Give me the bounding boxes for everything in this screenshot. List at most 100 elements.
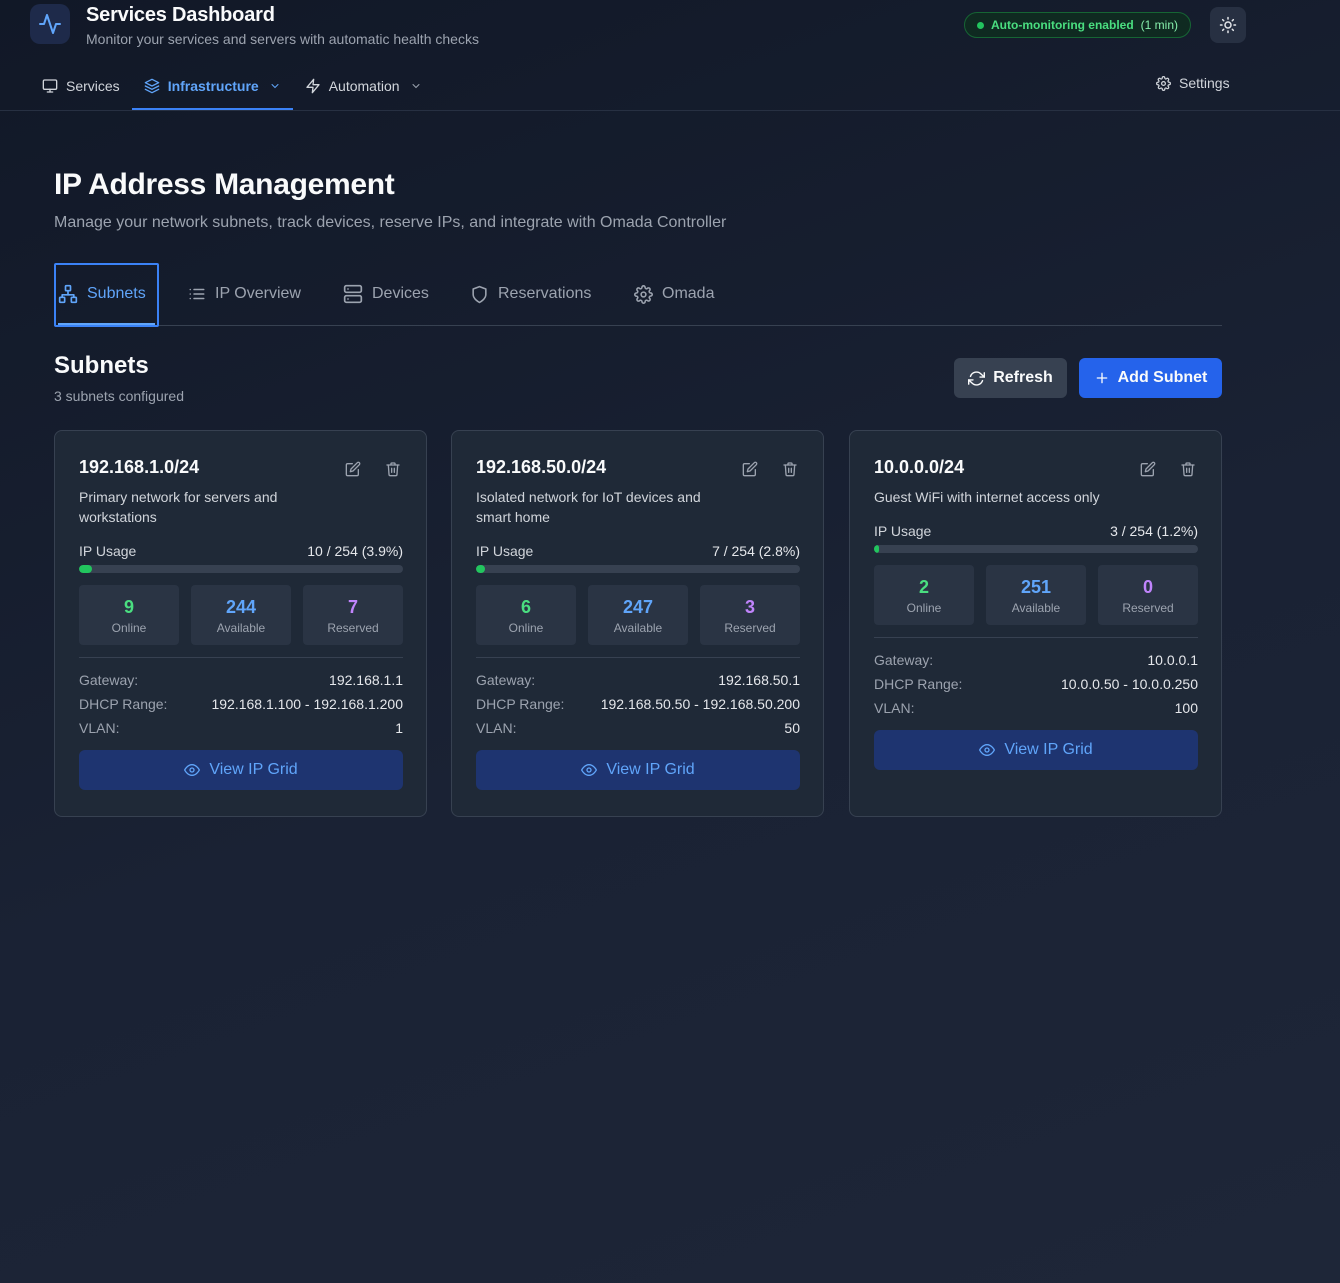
divider (476, 657, 800, 658)
ip-usage-label: IP Usage (476, 543, 534, 559)
stat-reserved-value: 7 (347, 596, 358, 617)
dhcp-range-label: DHCP Range: (79, 696, 168, 712)
stat-available: 251 Available (986, 565, 1086, 625)
ip-usage-value: 3 / 254 (1.2%) (1110, 523, 1198, 539)
vlan-label: VLAN: (79, 720, 120, 736)
gateway-label: Gateway: (79, 672, 139, 688)
stat-reserved: 7 Reserved (303, 585, 403, 645)
usage-progress-fill (476, 565, 486, 573)
ip-usage-row: IP Usage 3 / 254 (1.2%) (874, 523, 1198, 539)
nav-services-label: Services (66, 78, 120, 94)
view-ip-grid-label: View IP Grid (606, 761, 695, 778)
tab-omada-label: Omada (662, 285, 715, 302)
gear-icon (1156, 75, 1171, 91)
stat-online-label: Online (906, 600, 942, 615)
main-nav: Services Infrastructure Automation (30, 62, 434, 110)
tab-subnets[interactable]: Subnets (54, 262, 159, 327)
subnet-card: 192.168.50.0/24 Isolated network for IoT… (451, 430, 824, 817)
nav-infrastructure[interactable]: Infrastructure (131, 62, 293, 110)
nav-automation[interactable]: Automation (293, 62, 434, 110)
subnet-description: Primary network for servers and workstat… (79, 489, 278, 525)
tab-reservations[interactable]: Reservations (470, 262, 591, 326)
dhcp-range-row: DHCP Range: 10.0.0.50 - 10.0.0.250 (874, 672, 1198, 696)
zap-icon (305, 78, 321, 94)
vlan-row: VLAN: 1 (79, 716, 403, 740)
shield-icon (470, 285, 489, 304)
gateway-row: Gateway: 10.0.0.1 (874, 648, 1198, 672)
gear-icon (634, 284, 653, 304)
tab-devices[interactable]: Devices (343, 262, 429, 326)
edit-button[interactable] (1138, 459, 1158, 479)
delete-button[interactable] (383, 459, 403, 479)
subnet-card: 192.168.1.0/24 Primary network for serve… (54, 430, 427, 817)
refresh-button[interactable]: Refresh (954, 358, 1067, 398)
chevron-down-icon (410, 80, 422, 92)
stat-reserved-label: Reserved (327, 620, 379, 635)
chevron-down-icon (269, 80, 281, 92)
add-subnet-button-label: Add Subnet (1117, 369, 1208, 386)
ip-usage-row: IP Usage 7 / 254 (2.8%) (476, 543, 800, 559)
edit-icon (742, 461, 758, 477)
ip-usage-row: IP Usage 10 / 254 (3.9%) (79, 543, 403, 559)
view-ip-grid-button[interactable]: View IP Grid (874, 730, 1198, 770)
ipam-tabs: Subnets IP Overview Devices Reservations… (54, 262, 1222, 327)
stat-available-value: 247 (622, 596, 654, 617)
sun-icon (1219, 16, 1237, 34)
status-dot (977, 21, 984, 29)
gateway-label: Gateway: (874, 652, 934, 668)
stat-online-label: Online (508, 620, 544, 635)
tab-ip-overview-label: IP Overview (215, 285, 301, 302)
nav-settings[interactable]: Settings (1150, 62, 1236, 104)
gateway-value: 10.0.0.1 (1147, 652, 1198, 668)
gateway-row: Gateway: 192.168.50.1 (476, 668, 800, 692)
gateway-value: 192.168.1.1 (329, 672, 403, 688)
vlan-value: 50 (784, 720, 800, 736)
gateway-value: 192.168.50.1 (718, 672, 800, 688)
stat-online-value: 6 (520, 596, 531, 617)
eye-icon (581, 762, 598, 778)
usage-progress-fill (79, 565, 92, 573)
tab-active-underline (58, 323, 155, 325)
stat-available: 244 Available (191, 585, 291, 645)
dhcp-range-label: DHCP Range: (476, 696, 565, 712)
theme-toggle-button[interactable] (1210, 7, 1246, 43)
tab-devices-label: Devices (372, 285, 429, 302)
app-title: Services Dashboard (86, 4, 275, 26)
view-ip-grid-button[interactable]: View IP Grid (476, 750, 800, 790)
ip-usage-label: IP Usage (79, 543, 137, 559)
page-description: Manage your network subnets, track devic… (54, 214, 727, 231)
delete-button[interactable] (780, 459, 800, 479)
plus-icon (1094, 370, 1110, 386)
stat-reserved: 0 Reserved (1098, 565, 1198, 625)
tab-omada[interactable]: Omada (634, 262, 714, 326)
dhcp-range-row: DHCP Range: 192.168.50.50 - 192.168.50.20… (476, 692, 800, 716)
dhcp-range-value: 192.168.1.100 - 192.168.1.200 (211, 696, 403, 712)
subnet-description: Guest WiFi with internet access only (874, 489, 1100, 505)
ip-stats: 9 Online 244 Available 7 Reserved (79, 585, 403, 645)
dhcp-range-label: DHCP Range: (874, 676, 963, 692)
usage-progress-bar (79, 565, 403, 573)
view-ip-grid-button[interactable]: View IP Grid (79, 750, 403, 790)
stat-available-label: Available (1011, 600, 1061, 615)
add-subnet-button[interactable]: Add Subnet (1079, 358, 1222, 398)
nav-services[interactable]: Services (30, 62, 132, 110)
edit-button[interactable] (740, 459, 760, 479)
trash-icon (782, 461, 798, 477)
edit-button[interactable] (343, 459, 363, 479)
refresh-icon (968, 370, 986, 387)
view-ip-grid-label: View IP Grid (209, 761, 298, 778)
stat-available: 247 Available (588, 585, 688, 645)
stat-online-value: 9 (123, 596, 134, 617)
top-header: Services Dashboard Monitor your services… (0, 0, 1340, 111)
stat-online-label: Online (111, 620, 147, 635)
tab-ip-overview[interactable]: IP Overview (188, 262, 301, 326)
eye-icon (979, 742, 996, 758)
gateway-row: Gateway: 192.168.1.1 (79, 668, 403, 692)
list-icon (188, 285, 206, 303)
stat-reserved-value: 0 (1142, 576, 1153, 597)
monitor-badge-interval: (1 min) (1140, 18, 1178, 32)
delete-button[interactable] (1178, 459, 1198, 479)
view-ip-grid-label: View IP Grid (1004, 741, 1093, 758)
stat-available-value: 251 (1020, 576, 1052, 597)
stat-online: 9 Online (79, 585, 179, 645)
